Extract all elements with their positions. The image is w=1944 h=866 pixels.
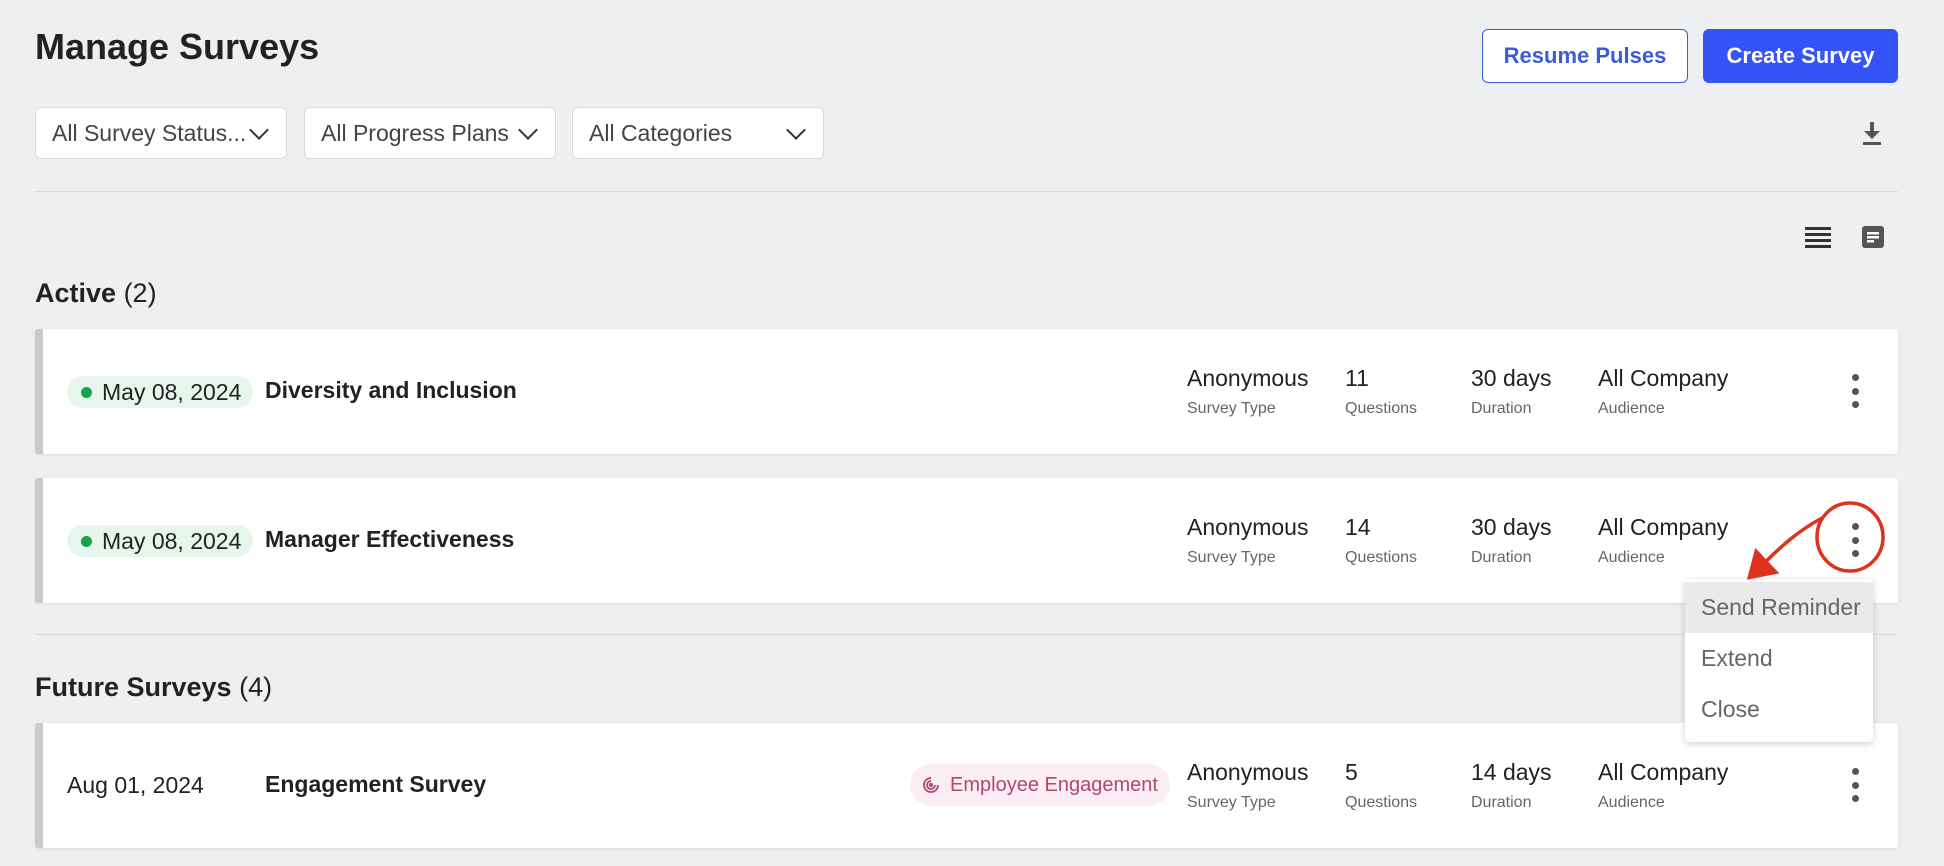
survey-type-value: Anonymous xyxy=(1187,514,1309,540)
duration-label: Duration xyxy=(1471,794,1532,811)
kebab-menu-icon[interactable] xyxy=(1843,520,1867,560)
duration-field: 14 days Duration xyxy=(1471,758,1552,812)
survey-status-filter[interactable]: All Survey Status... xyxy=(35,107,287,159)
page-title: Manage Surveys xyxy=(35,26,320,67)
progress-plans-filter[interactable]: All Progress Plans xyxy=(304,107,556,159)
active-status-dot xyxy=(81,535,92,547)
questions-value: 11 xyxy=(1345,365,1369,391)
survey-name[interactable]: Engagement Survey xyxy=(265,771,486,798)
survey-name[interactable]: Manager Effectiveness xyxy=(265,526,514,553)
duration-value: 30 days xyxy=(1471,514,1552,540)
duration-label: Duration xyxy=(1471,400,1532,417)
questions-label: Questions xyxy=(1345,400,1418,417)
audience-label: Audience xyxy=(1598,400,1665,417)
list-view-icon[interactable] xyxy=(1803,222,1833,252)
questions-field: 5 Questions xyxy=(1345,758,1417,812)
audience-value: All Company xyxy=(1598,759,1729,785)
survey-type-value: Anonymous xyxy=(1187,759,1309,785)
questions-value: 5 xyxy=(1345,759,1358,785)
duration-value: 14 days xyxy=(1471,759,1552,785)
audience-value: All Company xyxy=(1598,514,1729,540)
download-icon[interactable] xyxy=(1858,118,1886,148)
survey-type-field: Anonymous Survey Type xyxy=(1187,758,1308,812)
survey-date: Aug 01, 2024 xyxy=(67,772,204,798)
survey-type-field: Anonymous Survey Type xyxy=(1187,364,1308,418)
survey-date: May 08, 2024 xyxy=(102,378,242,405)
survey-name[interactable]: Diversity and Inclusion xyxy=(265,377,517,404)
questions-label: Questions xyxy=(1345,794,1418,811)
survey-status-filter-value: All Survey Status... xyxy=(52,119,247,146)
active-section-title: Active (2) xyxy=(35,278,157,309)
categories-filter[interactable]: All Categories xyxy=(572,107,824,159)
audience-field: All Company Audience xyxy=(1598,513,1728,567)
audience-field: All Company Audience xyxy=(1598,364,1728,418)
survey-card[interactable]: May 08, 2024 Manager Effectiveness Anony… xyxy=(35,478,1898,603)
duration-value: 30 days xyxy=(1471,365,1552,391)
questions-label: Questions xyxy=(1345,549,1418,566)
survey-type-field: Anonymous Survey Type xyxy=(1187,513,1308,567)
resume-pulses-button[interactable]: Resume Pulses xyxy=(1482,29,1688,83)
duration-field: 30 days Duration xyxy=(1471,364,1552,418)
audience-label: Audience xyxy=(1598,549,1665,566)
status-date-badge: May 08, 2024 xyxy=(67,376,254,408)
future-section-label: Future Surveys xyxy=(35,672,232,702)
active-status-dot xyxy=(81,386,92,398)
questions-field: 14 Questions xyxy=(1345,513,1417,567)
kebab-menu-icon[interactable] xyxy=(1843,765,1867,805)
future-section-count: (4) xyxy=(239,672,273,702)
questions-value: 14 xyxy=(1345,514,1371,540)
survey-actions-menu: Send Reminder Extend Close xyxy=(1685,579,1873,742)
chevron-down-icon xyxy=(518,120,538,140)
filter-divider xyxy=(35,191,1898,192)
active-section-count: (2) xyxy=(123,278,157,308)
section-divider xyxy=(35,634,1898,635)
survey-type-label: Survey Type xyxy=(1187,794,1276,811)
status-date-badge: May 08, 2024 xyxy=(67,525,254,557)
create-survey-button[interactable]: Create Survey xyxy=(1703,29,1898,83)
category-tag: Employee Engagement xyxy=(910,764,1170,806)
audience-value: All Company xyxy=(1598,365,1729,391)
engagement-icon xyxy=(922,776,940,794)
kebab-menu-icon[interactable] xyxy=(1843,371,1867,411)
survey-date: May 08, 2024 xyxy=(102,527,242,554)
progress-plans-filter-value: All Progress Plans xyxy=(321,119,509,146)
survey-card[interactable]: May 08, 2024 Diversity and Inclusion Ano… xyxy=(35,329,1898,454)
questions-field: 11 Questions xyxy=(1345,364,1417,418)
audience-field: All Company Audience xyxy=(1598,758,1728,812)
chevron-down-icon xyxy=(786,120,806,140)
category-tag-label: Employee Engagement xyxy=(950,773,1158,796)
survey-type-label: Survey Type xyxy=(1187,400,1276,417)
future-section-title: Future Surveys (4) xyxy=(35,672,272,703)
card-view-icon[interactable] xyxy=(1858,222,1888,252)
audience-label: Audience xyxy=(1598,794,1665,811)
menu-item-extend[interactable]: Extend xyxy=(1685,633,1873,684)
survey-type-value: Anonymous xyxy=(1187,365,1309,391)
survey-card[interactable]: Aug 01, 2024 Engagement Survey Employee … xyxy=(35,723,1898,848)
duration-field: 30 days Duration xyxy=(1471,513,1552,567)
chevron-down-icon xyxy=(249,120,269,140)
duration-label: Duration xyxy=(1471,549,1532,566)
survey-type-label: Survey Type xyxy=(1187,549,1276,566)
menu-item-close[interactable]: Close xyxy=(1685,684,1873,735)
menu-item-send-reminder[interactable]: Send Reminder xyxy=(1685,582,1873,633)
active-section-label: Active xyxy=(35,278,117,308)
categories-filter-value: All Categories xyxy=(589,119,733,146)
